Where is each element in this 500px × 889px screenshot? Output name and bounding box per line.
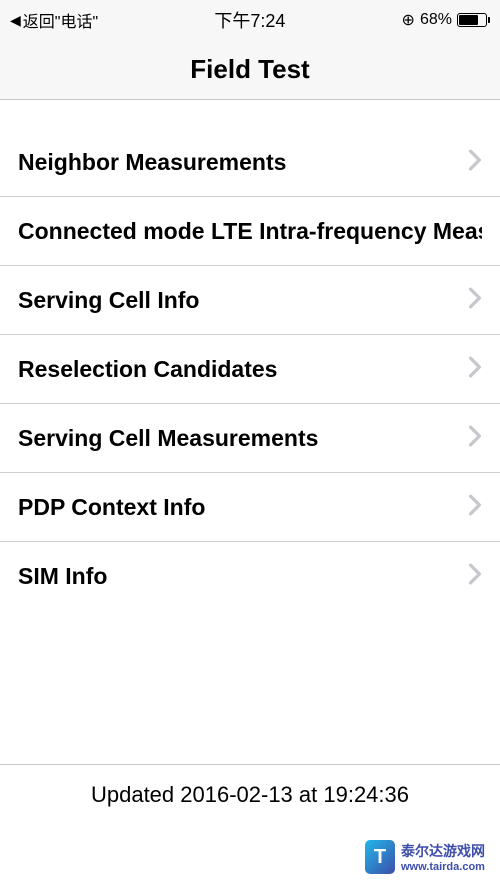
- updated-text: Updated 2016-02-13 at 19:24:36: [91, 782, 409, 808]
- chevron-right-icon: [468, 425, 482, 452]
- page-title: Field Test: [190, 54, 309, 85]
- battery-percent: 68%: [420, 11, 452, 29]
- status-time: 下午7:24: [214, 7, 285, 33]
- list-item-label: PDP Context Info: [18, 494, 205, 521]
- battery-icon: [457, 13, 490, 27]
- watermark-text-block: 泰尔达游戏网 www.tairda.com: [401, 841, 485, 873]
- list-item-label: Reselection Candidates: [18, 356, 277, 383]
- nav-bar: Field Test: [0, 40, 500, 100]
- status-right: ⊕ 68%: [402, 10, 490, 30]
- watermark: T 泰尔达游戏网 www.tairda.com: [365, 840, 485, 874]
- orientation-lock-icon: ⊕: [402, 10, 415, 30]
- chevron-right-icon: [468, 149, 482, 176]
- back-triangle-icon: ◀: [10, 12, 21, 29]
- chevron-right-icon: [468, 494, 482, 521]
- list-item-sim-info[interactable]: SIM Info: [0, 542, 500, 611]
- list-item-pdp-context-info[interactable]: PDP Context Info: [0, 473, 500, 542]
- chevron-right-icon: [468, 287, 482, 314]
- back-to-app[interactable]: ◀ 返回"电话": [10, 8, 98, 32]
- watermark-url: www.tairda.com: [401, 861, 485, 873]
- list-item-neighbor-measurements[interactable]: Neighbor Measurements: [0, 128, 500, 197]
- status-bar: ◀ 返回"电话" 下午7:24 ⊕ 68%: [0, 0, 500, 40]
- list-item-connected-mode-lte[interactable]: Connected mode LTE Intra-frequency Meas: [0, 197, 500, 266]
- watermark-badge-icon: T: [365, 840, 395, 874]
- list-item-reselection-candidates[interactable]: Reselection Candidates: [0, 335, 500, 404]
- list-item-label: Serving Cell Info: [18, 287, 199, 314]
- list-item-label: Connected mode LTE Intra-frequency Meas: [18, 218, 482, 245]
- chevron-right-icon: [468, 563, 482, 590]
- settings-list: Neighbor Measurements Connected mode LTE…: [0, 128, 500, 611]
- list-item-serving-cell-info[interactable]: Serving Cell Info: [0, 266, 500, 335]
- chevron-right-icon: [468, 356, 482, 383]
- list-item-label: Neighbor Measurements: [18, 149, 286, 176]
- list-item-serving-cell-measurements[interactable]: Serving Cell Measurements: [0, 404, 500, 473]
- list-item-label: Serving Cell Measurements: [18, 425, 318, 452]
- watermark-site: 泰尔达游戏网: [401, 841, 485, 861]
- list-item-label: SIM Info: [18, 563, 107, 590]
- footer: Updated 2016-02-13 at 19:24:36: [0, 764, 500, 824]
- back-text: 返回"电话": [23, 8, 98, 32]
